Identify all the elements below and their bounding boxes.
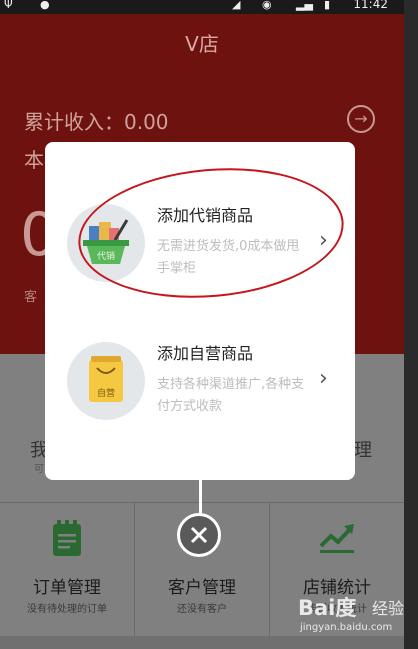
- option-own-product[interactable]: 自营 添加自营商品 支持各种渠道推广,各种支付方式收款 ›: [45, 310, 355, 460]
- signal-icon: ▂▄: [296, 0, 313, 11]
- close-connector: [199, 480, 202, 514]
- close-button[interactable]: [177, 513, 221, 557]
- tile-name: 客户管理: [168, 578, 236, 598]
- status-bar: Ψ ● ◢ ◉ ▂▄ ▮ 11:42: [0, 0, 404, 14]
- tile-name: 订单管理: [33, 578, 101, 598]
- partial-label: 本: [24, 148, 44, 172]
- usb-icon: Ψ: [4, 0, 13, 11]
- clipboard-icon: [53, 520, 81, 556]
- screen-edge: [404, 0, 418, 649]
- wifi-icon: ◉: [262, 0, 272, 11]
- watermark-url: jingyan.baidu.com: [300, 622, 393, 633]
- mute-icon: ◢: [232, 0, 241, 11]
- arrow-right-icon[interactable]: →: [347, 105, 375, 133]
- grid-divider: [0, 502, 404, 503]
- customer-partial-label: 客: [24, 290, 38, 305]
- manage-partial-label: 理: [354, 440, 372, 461]
- tile-subtitle: 没有待处理的订单: [27, 604, 107, 615]
- watermark: Bai度 经验 jingyan.baidu.com: [298, 590, 404, 642]
- chart-icon: [319, 524, 354, 553]
- battery-icon: ▮: [324, 0, 331, 11]
- tile-subtitle: 还没有客户: [177, 604, 227, 615]
- option-title: 添加自营商品: [157, 344, 254, 363]
- bag-icon-label: 自营: [97, 387, 115, 399]
- watermark-brand: 经验: [372, 599, 404, 618]
- option-icon-circle: 自营: [67, 342, 145, 420]
- income-label: 累计收入：0.00: [24, 110, 169, 134]
- tile-order-management[interactable]: 订单管理 没有待处理的订单: [0, 515, 134, 625]
- app-screen: Ψ ● ◢ ◉ ▂▄ ▮ 11:42 V店 累计收入：0.00 → 本 0 客 …: [0, 0, 404, 649]
- bag-icon: 自营: [89, 356, 123, 402]
- status-time: 11:42: [353, 0, 388, 11]
- option-description: 支持各种渠道推广,各种支付方式收款: [157, 377, 305, 414]
- watermark-logo: Bai度: [298, 596, 357, 620]
- notification-icon: ●: [40, 0, 50, 11]
- my-sub-partial: 可: [34, 464, 44, 475]
- close-icon: [190, 526, 208, 544]
- app-title: V店: [185, 32, 219, 56]
- chevron-right-icon: ›: [319, 366, 328, 391]
